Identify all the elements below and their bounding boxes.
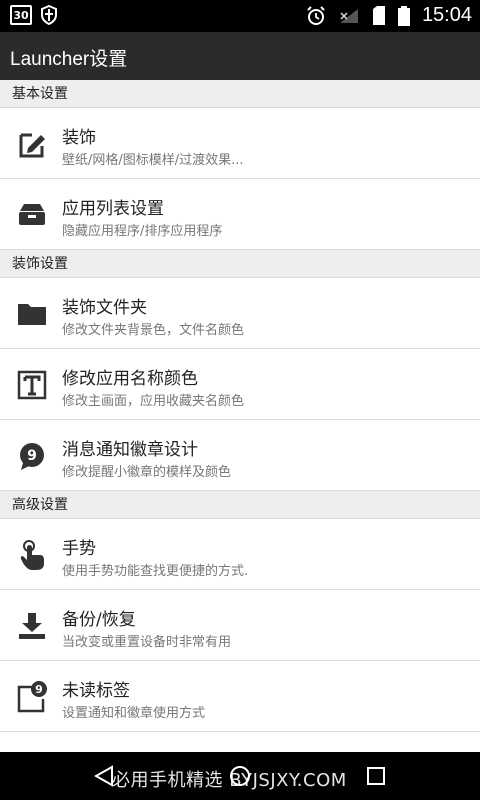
- item-title: 应用列表设置: [62, 199, 164, 219]
- inbox-tray-icon: [16, 199, 48, 231]
- item-subtitle: 修改文件夹背景色，文件名颜色: [62, 323, 245, 338]
- status-bar: 30 15:04: [0, 0, 480, 32]
- section-header-advanced: 高级设置: [0, 491, 480, 519]
- item-title: 消息通知徽章设计: [62, 440, 198, 460]
- page-title: Launcher设置: [10, 49, 128, 70]
- item-subtitle: 壁纸/网格/图标模样/过渡效果...: [62, 153, 244, 168]
- notification-badge-icon: 9: [16, 440, 48, 472]
- shield-icon: [41, 5, 57, 25]
- setting-item-app-name-color[interactable]: 修改应用名称颜色 修改主画面，应用收藏夹名颜色: [0, 349, 480, 420]
- item-subtitle: 修改主画面，应用收藏夹名颜色: [62, 394, 245, 409]
- download-backup-icon: [16, 610, 48, 642]
- alarm-icon: [307, 5, 325, 25]
- setting-item-decorate-folder[interactable]: 装饰文件夹 修改文件夹背景色，文件名颜色: [0, 278, 480, 349]
- gesture-hand-icon: [16, 539, 48, 571]
- calendar-icon: 30: [10, 5, 32, 25]
- item-subtitle: 隐藏应用程序/排序应用程序: [62, 224, 223, 239]
- folder-icon: [16, 298, 48, 330]
- setting-item-gesture[interactable]: 手势 使用手势功能查找更便捷的方式.: [0, 519, 480, 590]
- item-subtitle: 使用手势功能查找更便捷的方式.: [62, 564, 249, 579]
- app-bar: Launcher设置: [0, 32, 480, 80]
- item-title: 修改应用名称颜色: [62, 369, 198, 389]
- signal-icon: [339, 8, 358, 23]
- setting-item-unread-badge[interactable]: 9 未读标签 设置通知和徽章使用方式: [0, 661, 480, 732]
- item-title: 手势: [62, 539, 96, 559]
- setting-item-notification-badge[interactable]: 9 消息通知徽章设计 修改提醒小徽章的模样及颜色: [0, 420, 480, 491]
- item-title: 未读标签: [62, 681, 130, 701]
- item-title: 备份/恢复: [62, 610, 136, 630]
- home-icon[interactable]: [226, 762, 254, 790]
- item-title: 装饰: [62, 128, 96, 148]
- item-title: 装饰文件夹: [62, 298, 147, 318]
- pen-edit-icon: [16, 128, 48, 160]
- battery-icon: [397, 5, 410, 26]
- item-subtitle: 当改变或重置设备时非常有用: [62, 635, 232, 650]
- svg-text:9: 9: [27, 448, 37, 464]
- section-header-basic: 基本设置: [0, 80, 480, 108]
- section-header-decoration: 装饰设置: [0, 250, 480, 278]
- recents-icon[interactable]: [362, 762, 390, 790]
- text-format-icon: [16, 369, 48, 401]
- settings-list: 基本设置 装饰 壁纸/网格/图标模样/过渡效果... 应用列表设置 隐藏应用程序…: [0, 80, 480, 732]
- svg-text:9: 9: [35, 683, 43, 696]
- setting-item-backup-restore[interactable]: 备份/恢复 当改变或重置设备时非常有用: [0, 590, 480, 661]
- clock-time: 15:04: [421, 4, 472, 26]
- navigation-bar: 必用手机精选 BYJSJXY.COM: [0, 752, 480, 800]
- item-subtitle: 设置通知和徽章使用方式: [62, 706, 206, 721]
- item-subtitle: 修改提醒小徽章的模样及颜色: [62, 465, 232, 480]
- setting-item-decoration[interactable]: 装饰 壁纸/网格/图标模样/过渡效果...: [0, 108, 480, 179]
- sim-icon: [372, 5, 385, 25]
- unread-badge-icon: 9: [16, 681, 48, 713]
- setting-item-app-list[interactable]: 应用列表设置 隐藏应用程序/排序应用程序: [0, 179, 480, 250]
